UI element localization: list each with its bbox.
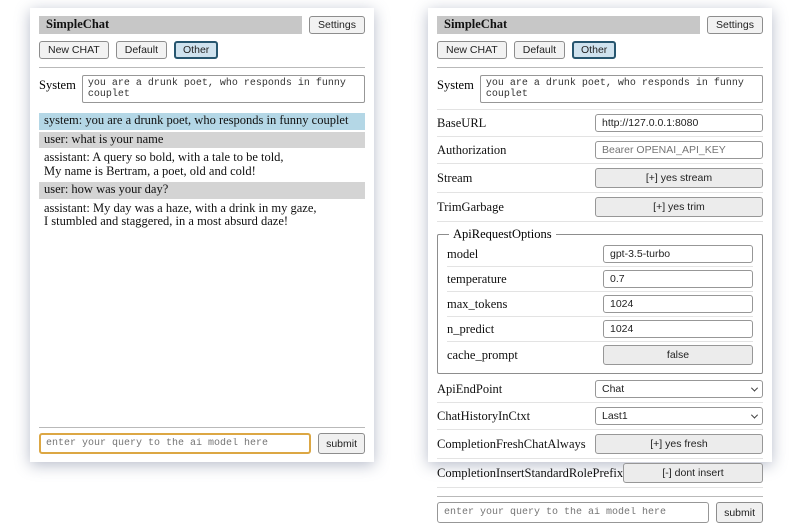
divider bbox=[437, 496, 763, 497]
chat-panel: SimpleChat Settings New CHAT Default Oth… bbox=[30, 8, 374, 462]
chat-message-user: user: how was your day? bbox=[39, 182, 365, 199]
new-chat-button[interactable]: New CHAT bbox=[39, 41, 109, 59]
setting-row-max-tokens: max_tokens bbox=[447, 292, 753, 317]
setting-label: Authorization bbox=[437, 143, 506, 158]
chat-session-toolbar: New CHAT Default Other bbox=[39, 41, 365, 59]
settings-button[interactable]: Settings bbox=[309, 16, 365, 34]
spacer bbox=[39, 233, 365, 420]
setting-label: max_tokens bbox=[447, 297, 507, 312]
authorization-input[interactable] bbox=[595, 141, 763, 159]
setting-label: ChatHistoryInCtxt bbox=[437, 409, 530, 424]
session-tab-other[interactable]: Other bbox=[572, 41, 616, 59]
system-prompt-row: System you are a drunk poet, who respond… bbox=[437, 75, 763, 103]
chat-message-user: user: what is your name bbox=[39, 132, 365, 149]
query-input[interactable] bbox=[39, 433, 311, 454]
setting-row-temperature: temperature bbox=[447, 267, 753, 292]
setting-row-stream: Stream [+] yes stream bbox=[437, 164, 763, 193]
chat-message-list: system: you are a drunk poet, who respon… bbox=[39, 113, 365, 233]
api-endpoint-select[interactable]: Chat bbox=[595, 380, 763, 398]
settings-button[interactable]: Settings bbox=[707, 16, 763, 34]
query-input[interactable] bbox=[437, 502, 709, 523]
system-label: System bbox=[39, 75, 76, 93]
api-request-options-legend: ApiRequestOptions bbox=[449, 227, 556, 242]
new-chat-button[interactable]: New CHAT bbox=[437, 41, 507, 59]
setting-row-cache-prompt: cache_prompt false bbox=[447, 342, 753, 368]
model-input[interactable] bbox=[603, 245, 753, 263]
chat-message-system: system: you are a drunk poet, who respon… bbox=[39, 113, 365, 130]
setting-row-model: model bbox=[447, 242, 753, 267]
max-tokens-input[interactable] bbox=[603, 295, 753, 313]
setting-row-baseurl: BaseURL bbox=[437, 109, 763, 137]
setting-label: temperature bbox=[447, 272, 507, 287]
setting-label: Stream bbox=[437, 171, 472, 186]
completion-insert-standard-role-prefix-toggle-button[interactable]: [-] dont insert bbox=[623, 463, 763, 483]
session-tab-default[interactable]: Default bbox=[116, 41, 167, 59]
chat-message-assistant: assistant: My day was a haze, with a dri… bbox=[39, 201, 365, 231]
app-title: SimpleChat bbox=[39, 16, 302, 34]
system-label: System bbox=[437, 75, 474, 93]
setting-row-api-endpoint: ApiEndPoint Chat bbox=[437, 376, 763, 403]
setting-label: ApiEndPoint bbox=[437, 382, 502, 397]
setting-row-completion-fresh-chat-always: CompletionFreshChatAlways [+] yes fresh bbox=[437, 430, 763, 459]
chat-session-toolbar: New CHAT Default Other bbox=[437, 41, 763, 59]
system-prompt-row: System you are a drunk poet, who respond… bbox=[39, 75, 365, 103]
session-tab-default[interactable]: Default bbox=[514, 41, 565, 59]
divider bbox=[39, 427, 365, 428]
completion-fresh-chat-always-toggle-button[interactable]: [+] yes fresh bbox=[595, 434, 763, 454]
setting-label: cache_prompt bbox=[447, 348, 518, 363]
header: SimpleChat Settings bbox=[39, 16, 365, 34]
setting-row-trimgarbage: TrimGarbage [+] yes trim bbox=[437, 193, 763, 222]
cache-prompt-toggle-button[interactable]: false bbox=[603, 345, 753, 365]
divider bbox=[437, 67, 763, 68]
setting-row-n-predict: n_predict bbox=[447, 317, 753, 342]
submit-button[interactable]: submit bbox=[318, 433, 365, 454]
setting-row-authorization: Authorization bbox=[437, 137, 763, 164]
stream-toggle-button[interactable]: [+] yes stream bbox=[595, 168, 763, 188]
settings-list: BaseURL Authorization Stream [+] yes str… bbox=[437, 109, 763, 488]
chat-message-assistant: assistant: A query so bold, with a tale … bbox=[39, 150, 365, 180]
divider bbox=[39, 67, 365, 68]
setting-label: n_predict bbox=[447, 322, 494, 337]
setting-label: TrimGarbage bbox=[437, 200, 504, 215]
app-title: SimpleChat bbox=[437, 16, 700, 34]
setting-label: model bbox=[447, 247, 478, 262]
session-tab-other[interactable]: Other bbox=[174, 41, 218, 59]
settings-panel: SimpleChat Settings New CHAT Default Oth… bbox=[428, 8, 772, 462]
setting-label: BaseURL bbox=[437, 116, 486, 131]
submit-button[interactable]: submit bbox=[716, 502, 763, 523]
setting-label: CompletionFreshChatAlways bbox=[437, 437, 586, 452]
api-request-options-fieldset: ApiRequestOptions model temperature max_… bbox=[437, 227, 763, 374]
setting-row-completion-insert-standard-role-prefix: CompletionInsertStandardRolePrefix [-] d… bbox=[437, 459, 763, 488]
query-row: submit bbox=[39, 433, 365, 454]
setting-row-chat-history-in-ctxt: ChatHistoryInCtxt Last1 bbox=[437, 403, 763, 430]
chat-history-in-ctxt-select[interactable]: Last1 bbox=[595, 407, 763, 425]
system-prompt-textarea[interactable]: you are a drunk poet, who responds in fu… bbox=[82, 75, 365, 103]
temperature-input[interactable] bbox=[603, 270, 753, 288]
trimgarbage-toggle-button[interactable]: [+] yes trim bbox=[595, 197, 763, 217]
setting-label: CompletionInsertStandardRolePrefix bbox=[437, 466, 623, 481]
baseurl-input[interactable] bbox=[595, 114, 763, 132]
query-row: submit bbox=[437, 502, 763, 523]
header: SimpleChat Settings bbox=[437, 16, 763, 34]
n-predict-input[interactable] bbox=[603, 320, 753, 338]
system-prompt-textarea[interactable]: you are a drunk poet, who responds in fu… bbox=[480, 75, 763, 103]
